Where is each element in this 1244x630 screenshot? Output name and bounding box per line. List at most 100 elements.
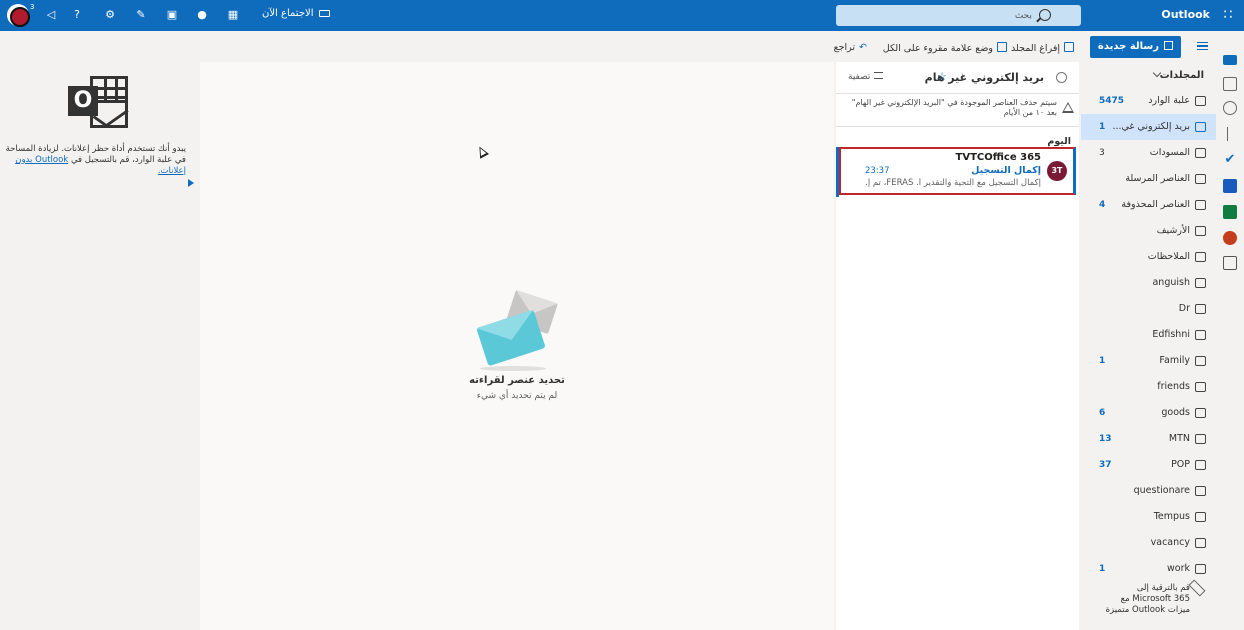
folder-item[interactable]: الملاحظات: [1081, 244, 1216, 270]
folder-item[interactable]: anguish: [1081, 270, 1216, 296]
my-day-icon[interactable]: ✎: [134, 8, 148, 22]
upgrade-promo[interactable]: قم بالترقية إلى Microsoft 365 مع ميزات O…: [1094, 579, 1206, 616]
folder-item[interactable]: friends: [1081, 374, 1216, 400]
hamburger-menu-icon[interactable]: [1197, 42, 1208, 50]
filter-label: تصفية: [848, 72, 871, 82]
attachment-icon[interactable]: [1227, 127, 1233, 141]
folder-label: Tempus: [1153, 511, 1190, 522]
inbox-icon: [1195, 96, 1206, 106]
outlook-logo-icon: O: [68, 76, 130, 130]
folder-item[interactable]: المسودات 3: [1081, 140, 1216, 166]
empty-state-subtitle: لم يتم تحديد أي شيء: [476, 391, 558, 401]
teams-icon[interactable]: ▣: [165, 8, 179, 22]
folder-item[interactable]: Tempus: [1081, 504, 1216, 530]
skype-icon[interactable]: ●: [195, 8, 209, 22]
folder-item[interactable]: بريد إلكتروني غي... 1: [1081, 114, 1216, 140]
search-input[interactable]: [836, 5, 1056, 26]
mark-all-read-button[interactable]: وضع علامة مقروء على الكل: [883, 42, 1007, 54]
folder-icon: [1195, 512, 1206, 522]
folder-item[interactable]: goods 6: [1081, 400, 1216, 426]
upgrade-line: ميزات Outlook متميزة: [1105, 605, 1190, 615]
notice-text: سيتم حذف العناصر الموجودة في "البريد الإ…: [851, 98, 1057, 117]
folder-label: Dr: [1178, 303, 1190, 314]
empty-folder-button[interactable]: إفراغ المجلد: [1011, 42, 1074, 54]
folder-item[interactable]: questionare: [1081, 478, 1216, 504]
date-group-header: اليوم: [1047, 136, 1071, 147]
favorite-star-icon[interactable]: ☆: [937, 70, 947, 83]
folder-item[interactable]: العناصر المحذوفة 4: [1081, 192, 1216, 218]
folders-label: المجلدات: [1159, 70, 1204, 81]
sender-avatar: 3T: [1047, 161, 1067, 181]
message-list-header: بريد إلكتروني غير هام ☆ تصفية: [836, 62, 1079, 92]
message-sender: TVTCOffice 365: [955, 152, 1041, 163]
folder-count: 1: [1099, 564, 1106, 574]
folder-icon: [1195, 486, 1206, 496]
app-launcher-icon[interactable]: ∷: [1220, 7, 1236, 23]
top-bar: 3 ◁ ? ⚙ ✎ ▣ ● ▦ الاجتماع الآن Outlook ∷: [0, 0, 1244, 31]
notes-icon: [1195, 252, 1206, 262]
mark-all-read-label: وضع علامة مقروء على الكل: [882, 43, 993, 54]
meet-now-button[interactable]: الاجتماع الآن: [262, 8, 331, 19]
folder-item[interactable]: Family 1: [1081, 348, 1216, 374]
settings-icon[interactable]: ⚙: [103, 8, 117, 22]
ad-pane: O يبدو أنك تستخدم أداة حظر إعلانات. لزيا…: [0, 62, 200, 630]
folder-label: anguish: [1152, 277, 1190, 288]
folders-header[interactable]: المجلدات: [1144, 68, 1204, 81]
folder-icon: [1195, 408, 1206, 418]
folder-icon: [1195, 304, 1206, 314]
trash-icon: [1064, 42, 1074, 52]
folder-label: علبة الوارد: [1148, 95, 1190, 106]
ad-choices-icon[interactable]: [188, 179, 194, 187]
folder-item[interactable]: علبة الوارد 5475: [1081, 88, 1216, 114]
filter-button[interactable]: تصفية: [848, 72, 884, 82]
folder-label: Edfishni: [1152, 329, 1190, 340]
folder-label: MTN: [1168, 433, 1190, 444]
message-item[interactable]: 3T TVTCOffice 365 إكمال التسجيل 23:37 إك…: [839, 147, 1076, 195]
sent-icon: [1195, 174, 1206, 184]
excel-icon[interactable]: [1223, 205, 1237, 219]
more-apps-icon[interactable]: [1223, 256, 1237, 270]
folder-pane: المجلدات علبة الوارد 5475 بريد إلكتروني غي…: [1081, 62, 1216, 630]
people-icon[interactable]: [1223, 101, 1237, 115]
message-list: بريد إلكتروني غير هام ☆ تصفية سيتم حذف ا…: [836, 62, 1079, 630]
folder-item[interactable]: vacancy: [1081, 530, 1216, 556]
folder-item[interactable]: Edfishni: [1081, 322, 1216, 348]
folder-count: 3: [1099, 148, 1105, 158]
folder-label: goods: [1161, 407, 1190, 418]
mail-icon[interactable]: [1223, 55, 1237, 65]
warning-icon: [1062, 102, 1074, 113]
account-avatar[interactable]: [7, 4, 30, 27]
folder-label: friends: [1157, 381, 1190, 392]
folder-item[interactable]: Dr: [1081, 296, 1216, 322]
folder-item[interactable]: العناصر المرسلة: [1081, 166, 1216, 192]
folder-icon: [1195, 538, 1206, 548]
folder-count: 37: [1099, 460, 1112, 470]
powerpoint-icon[interactable]: [1223, 231, 1237, 245]
help-icon[interactable]: ?: [70, 8, 84, 22]
apps-grid-icon[interactable]: ▦: [226, 8, 240, 22]
folder-count: 4: [1099, 200, 1106, 210]
folder-item[interactable]: work 1: [1081, 556, 1216, 582]
select-all-checkbox[interactable]: [1056, 72, 1067, 83]
calendar-icon[interactable]: [1223, 77, 1237, 91]
message-subject: إكمال التسجيل: [971, 165, 1041, 176]
search-box[interactable]: [836, 5, 1081, 26]
message-preview: إكمال التسجيل مع التحية والتقدير أ. FERA…: [866, 178, 1041, 188]
command-bar: رسالة جديدة إفراغ المجلد وضع علامة مقروء…: [820, 34, 1216, 60]
todo-icon[interactable]: ✔: [1223, 153, 1237, 167]
reading-pane: تحديد عنصر لقراءته لم يتم تحديد أي شيء: [200, 62, 834, 630]
undo-button[interactable]: ↶تراجع: [834, 42, 867, 53]
empty-folder-label: إفراغ المجلد: [1010, 43, 1060, 54]
folder-item[interactable]: MTN 13: [1081, 426, 1216, 452]
folder-item[interactable]: POP 37: [1081, 452, 1216, 478]
illustration-shadow: [480, 366, 546, 371]
camera-icon: [319, 9, 331, 17]
meet-now-label: الاجتماع الآن: [262, 8, 314, 19]
new-message-button[interactable]: رسالة جديدة: [1089, 36, 1181, 58]
folder-item[interactable]: الأرشيف: [1081, 218, 1216, 244]
folder-icon: [1195, 356, 1206, 366]
feedback-icon[interactable]: ◁: [44, 8, 58, 22]
app-title[interactable]: Outlook: [1161, 8, 1210, 21]
word-icon[interactable]: [1223, 179, 1237, 193]
folder-label: الملاحظات: [1147, 251, 1190, 262]
